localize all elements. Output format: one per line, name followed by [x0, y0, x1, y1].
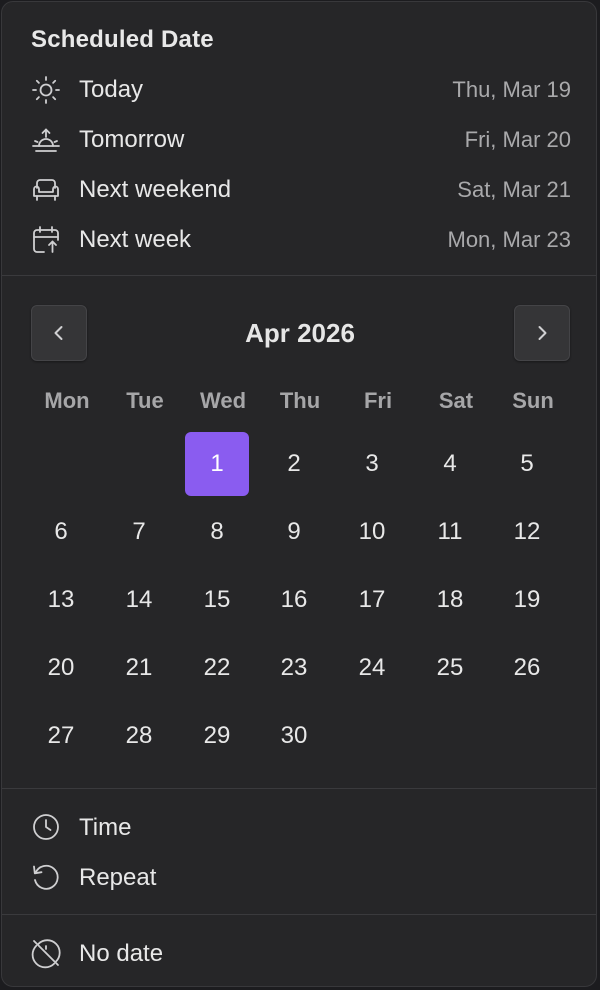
scheduled-date-popover: Scheduled Date Today Thu, Mar 19 Tomorro… — [1, 1, 597, 987]
calendar-day[interactable]: 23 — [262, 636, 326, 700]
calendar-day[interactable]: 14 — [107, 568, 171, 632]
calendar-day[interactable]: 29 — [185, 704, 249, 768]
repeat-label: Repeat — [79, 864, 157, 891]
weekday-sun: Sun — [512, 388, 554, 413]
quick-option-label: Next week — [79, 226, 192, 253]
no-date-icon — [31, 939, 61, 969]
calendar-day[interactable]: 18 — [418, 568, 482, 632]
calendar-day[interactable]: 12 — [495, 500, 559, 564]
calendar-arrow-icon — [33, 226, 59, 253]
calendar-day[interactable]: 17 — [340, 568, 404, 632]
time-label: Time — [79, 814, 132, 841]
weekday-wed: Wed — [199, 388, 247, 413]
quick-option-next-weekend[interactable]: Next weekend Sat, Mar 21 — [2, 168, 596, 212]
calendar-day[interactable]: 3 — [340, 432, 404, 496]
calendar-day[interactable]: 9 — [262, 500, 326, 564]
no-date-label: No date — [79, 940, 164, 967]
weekday-fri: Fri — [363, 388, 393, 413]
calendar-day[interactable]: 28 — [107, 704, 171, 768]
quick-option-next-week[interactable]: Next week Mon, Mar 23 — [2, 218, 596, 262]
no-date-option[interactable]: No date — [2, 931, 596, 975]
calendar-day[interactable]: 15 — [185, 568, 249, 632]
quick-option-label: Tomorrow — [79, 126, 185, 153]
calendar-day[interactable]: 25 — [418, 636, 482, 700]
divider — [2, 275, 596, 276]
quick-option-label: Today — [79, 76, 144, 103]
calendar-day[interactable]: 2 — [262, 432, 326, 496]
divider — [2, 788, 596, 789]
calendar-day[interactable]: 19 — [495, 568, 559, 632]
quick-option-today[interactable]: Today Thu, Mar 19 — [2, 68, 596, 112]
calendar-day[interactable]: 22 — [185, 636, 249, 700]
time-option[interactable]: Time — [2, 805, 596, 849]
calendar-day[interactable]: 10 — [340, 500, 404, 564]
calendar-day[interactable]: 8 — [185, 500, 249, 564]
calendar-day[interactable]: 24 — [340, 636, 404, 700]
quick-option-date: Fri, Mar 20 — [464, 127, 571, 152]
calendar-day[interactable]: 20 — [29, 636, 93, 700]
quick-option-label: Next weekend — [79, 176, 232, 203]
calendar-day[interactable]: 4 — [418, 432, 482, 496]
repeat-icon — [33, 864, 59, 890]
next-month-button[interactable] — [514, 305, 570, 361]
calendar-day[interactable]: 26 — [495, 636, 559, 700]
weekday-mon: Mon — [44, 388, 90, 413]
calendar-day[interactable]: 16 — [262, 568, 326, 632]
weekday-sat: Sat — [438, 388, 474, 413]
weekday-tue: Tue — [126, 388, 164, 413]
sun-icon — [32, 76, 60, 104]
calendar-day[interactable]: 13 — [29, 568, 93, 632]
calendar-day[interactable]: 11 — [418, 500, 482, 564]
divider — [2, 914, 596, 915]
popover-title: Scheduled Date — [31, 26, 214, 53]
chevron-right-icon — [538, 326, 547, 340]
sofa-icon — [33, 179, 59, 201]
calendar-day[interactable]: 30 — [262, 704, 326, 768]
quick-option-date: Sat, Mar 21 — [457, 177, 571, 202]
calendar-day-selected[interactable]: 1 — [185, 432, 249, 496]
calendar-day[interactable]: 21 — [107, 636, 171, 700]
sunrise-icon — [32, 128, 60, 152]
clock-icon — [33, 814, 59, 840]
repeat-option[interactable]: Repeat — [2, 855, 596, 899]
quick-option-date: Mon, Mar 23 — [447, 227, 572, 252]
weekday-thu: Thu — [279, 388, 321, 413]
quick-option-tomorrow[interactable]: Tomorrow Fri, Mar 20 — [2, 118, 596, 162]
calendar-day[interactable]: 27 — [29, 704, 93, 768]
calendar-day[interactable]: 5 — [495, 432, 559, 496]
month-label: Apr 2026 — [245, 318, 355, 348]
calendar-day[interactable]: 7 — [107, 500, 171, 564]
quick-option-date: Thu, Mar 19 — [452, 77, 571, 102]
calendar-day[interactable]: 6 — [29, 500, 93, 564]
